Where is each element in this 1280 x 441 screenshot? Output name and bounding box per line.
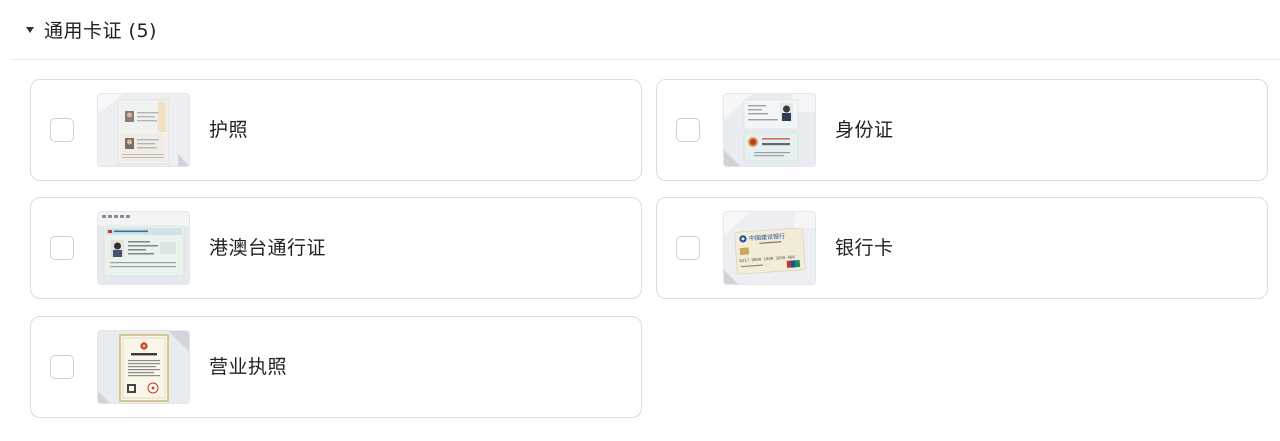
- hk-macau-taiwan-permit-thumbnail: [97, 211, 190, 285]
- passport-checkbox[interactable]: [50, 118, 74, 142]
- id-card-thumbnail: [723, 93, 816, 167]
- card-id-card[interactable]: 身份证: [656, 79, 1268, 181]
- business-license-checkbox[interactable]: [50, 355, 74, 379]
- caret-down-icon: [26, 26, 34, 33]
- card-bank-card[interactable]: 中国建设银行 6217 0000 1900 3699 400 银行卡: [656, 197, 1268, 299]
- business-license-label: 营业执照: [209, 356, 288, 378]
- hk-macau-taiwan-permit-checkbox[interactable]: [50, 236, 74, 260]
- id-card-checkbox[interactable]: [676, 118, 700, 142]
- bank-card-label: 银行卡: [835, 237, 894, 259]
- business-license-thumbnail: [97, 330, 190, 404]
- card-business-license[interactable]: 营业执照: [30, 316, 642, 418]
- passport-thumbnail: [97, 93, 190, 167]
- section-header-toggle[interactable]: 通用卡证 (5): [26, 14, 157, 44]
- hk-macau-taiwan-permit-label: 港澳台通行证: [209, 237, 327, 259]
- passport-label: 护照: [209, 119, 249, 141]
- id-card-label: 身份证: [835, 119, 894, 141]
- bank-card-thumbnail: 中国建设银行 6217 0000 1900 3699 400: [723, 211, 816, 285]
- bank-card-checkbox[interactable]: [676, 236, 700, 260]
- card-hk-macau-taiwan-permit[interactable]: 港澳台通行证: [30, 197, 642, 299]
- section-divider: [11, 59, 1280, 60]
- card-passport[interactable]: 护照: [30, 79, 642, 181]
- section-title: 通用卡证 (5): [44, 19, 157, 42]
